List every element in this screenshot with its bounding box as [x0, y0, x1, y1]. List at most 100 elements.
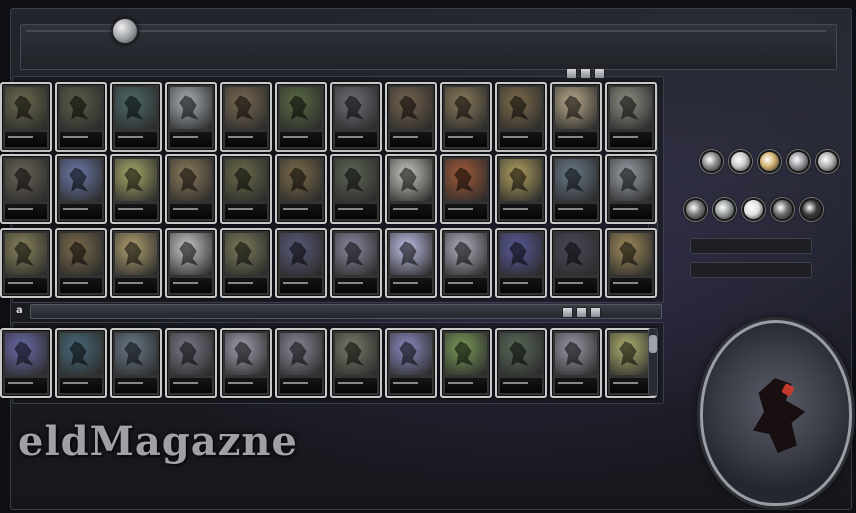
card[interactable] — [165, 228, 217, 298]
mana-filter-orb[interactable] — [713, 198, 736, 221]
card[interactable] — [0, 82, 52, 152]
card-name-strip — [500, 278, 542, 293]
card-art — [170, 87, 212, 129]
card-art — [445, 87, 487, 129]
card-art — [445, 159, 487, 201]
card[interactable] — [110, 154, 162, 224]
card[interactable] — [165, 154, 217, 224]
card[interactable] — [0, 328, 52, 398]
card[interactable] — [330, 82, 382, 152]
mana-filter-orb[interactable] — [700, 150, 723, 173]
card[interactable] — [55, 328, 107, 398]
mana-filter-orb[interactable] — [742, 198, 765, 221]
card[interactable] — [440, 154, 492, 224]
card[interactable] — [495, 154, 547, 224]
mana-filter-orb[interactable] — [771, 198, 794, 221]
card[interactable] — [495, 328, 547, 398]
search-slider-knob[interactable] — [112, 18, 138, 44]
page-indicator[interactable] — [580, 68, 591, 79]
card[interactable] — [0, 154, 52, 224]
card-art — [225, 159, 267, 201]
card[interactable] — [110, 328, 162, 398]
collection-row-3 — [0, 228, 657, 298]
card-name-strip — [280, 378, 322, 393]
card[interactable] — [385, 228, 437, 298]
card-name-strip — [115, 204, 157, 219]
card[interactable] — [440, 328, 492, 398]
card[interactable] — [550, 154, 602, 224]
card-name-strip — [335, 378, 377, 393]
deck-scrollbar[interactable] — [648, 328, 658, 396]
card[interactable] — [605, 82, 657, 152]
side-filter-field-2[interactable] — [690, 262, 812, 278]
card[interactable] — [220, 228, 272, 298]
card-name-strip — [500, 378, 542, 393]
deck-dial[interactable] — [700, 320, 852, 506]
card[interactable] — [330, 228, 382, 298]
card[interactable] — [220, 82, 272, 152]
card[interactable] — [275, 82, 327, 152]
card[interactable] — [55, 228, 107, 298]
mana-filter-orb[interactable] — [729, 150, 752, 173]
card-name-strip — [225, 378, 267, 393]
card-name-strip — [610, 204, 652, 219]
card-name-strip — [225, 204, 267, 219]
card[interactable] — [385, 82, 437, 152]
card[interactable] — [495, 228, 547, 298]
card[interactable] — [605, 154, 657, 224]
card[interactable] — [605, 228, 657, 298]
card[interactable] — [165, 328, 217, 398]
card-name-strip — [115, 132, 157, 147]
mana-filter-orb[interactable] — [816, 150, 839, 173]
card[interactable] — [330, 328, 382, 398]
deck-scroll-thumb[interactable] — [649, 335, 657, 353]
card[interactable] — [55, 82, 107, 152]
collection-row-1 — [0, 82, 657, 152]
card[interactable] — [550, 228, 602, 298]
card[interactable] — [55, 154, 107, 224]
card[interactable] — [385, 328, 437, 398]
card-art — [500, 233, 542, 275]
card[interactable] — [275, 154, 327, 224]
card[interactable] — [550, 82, 602, 152]
card-art — [500, 87, 542, 129]
card-art — [500, 333, 542, 375]
card-art — [610, 233, 652, 275]
card-name-strip — [555, 204, 597, 219]
card-name-strip — [390, 278, 432, 293]
card-name-strip — [115, 278, 157, 293]
card[interactable] — [550, 328, 602, 398]
card[interactable] — [110, 228, 162, 298]
card[interactable] — [385, 154, 437, 224]
mana-filter-orb[interactable] — [787, 150, 810, 173]
card-art — [610, 87, 652, 129]
card-name-strip — [60, 132, 102, 147]
card-art — [390, 87, 432, 129]
deck-next-button[interactable] — [590, 307, 601, 318]
mana-filter-orb[interactable] — [684, 198, 707, 221]
next-page-button[interactable] — [594, 68, 605, 79]
card-art — [280, 87, 322, 129]
card[interactable] — [440, 228, 492, 298]
card-name-strip — [5, 378, 47, 393]
card[interactable] — [220, 328, 272, 398]
card[interactable] — [275, 228, 327, 298]
search-track — [26, 30, 826, 32]
card[interactable] — [495, 82, 547, 152]
card[interactable] — [220, 154, 272, 224]
card[interactable] — [110, 82, 162, 152]
card-art — [115, 233, 157, 275]
card[interactable] — [0, 228, 52, 298]
card-name-strip — [445, 278, 487, 293]
deck-page-indicator[interactable] — [576, 307, 587, 318]
card[interactable] — [165, 82, 217, 152]
card[interactable] — [330, 154, 382, 224]
prev-page-button[interactable] — [566, 68, 577, 79]
mana-filter-orb[interactable] — [758, 150, 781, 173]
side-filter-field-1[interactable] — [690, 238, 812, 254]
mana-filter-orb[interactable] — [800, 198, 823, 221]
card[interactable] — [440, 82, 492, 152]
card[interactable] — [275, 328, 327, 398]
card-name-strip — [335, 132, 377, 147]
deck-prev-button[interactable] — [562, 307, 573, 318]
